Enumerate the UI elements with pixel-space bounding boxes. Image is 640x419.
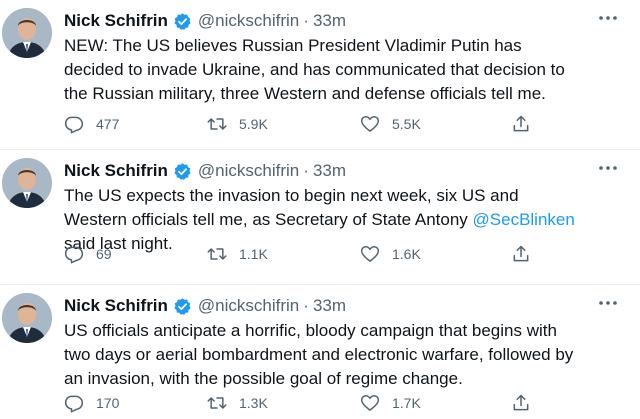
like-icon <box>360 395 380 411</box>
like-icon <box>360 116 380 132</box>
tweet-text: NEW: The US believes Russian President V… <box>64 36 565 103</box>
share-icon <box>513 245 529 262</box>
tweet-header: Nick Schifrin @nickschifrin · 33m <box>64 159 600 183</box>
retweet-count: 5.9K <box>239 116 268 132</box>
author-name[interactable]: Nick Schifrin <box>64 161 168 181</box>
like-count: 5.5K <box>392 116 421 132</box>
separator-dot: · <box>303 161 309 180</box>
tweet-actions: 69 1.1K 1.6K <box>64 243 534 265</box>
timestamp[interactable]: 33m <box>313 11 346 31</box>
reply-count: 477 <box>96 116 120 132</box>
verified-badge-icon <box>174 12 191 30</box>
retweet-count: 1.3K <box>239 395 268 411</box>
reply-count: 69 <box>96 246 112 262</box>
author-name[interactable]: Nick Schifrin <box>64 11 168 31</box>
avatar[interactable] <box>2 293 52 343</box>
separator-dot: · <box>303 11 309 30</box>
tweet-actions: 477 5.9K 5.5K <box>64 113 534 135</box>
tweet-actions: 170 1.3K 1.7K <box>64 392 534 414</box>
share-button[interactable] <box>511 113 531 135</box>
retweet-button[interactable]: 1.3K <box>207 392 268 414</box>
reply-icon <box>64 116 84 134</box>
tweet-header: Nick Schifrin @nickschifrin · 33m <box>64 9 600 33</box>
verified-badge-icon <box>174 297 191 315</box>
share-icon <box>513 115 529 132</box>
share-button[interactable] <box>511 243 531 265</box>
tweet-header: Nick Schifrin @nickschifrin · 33m <box>64 294 600 318</box>
retweet-icon <box>207 397 227 409</box>
like-button[interactable]: 5.5K <box>360 113 421 135</box>
more-options-icon[interactable] <box>598 297 618 309</box>
tweet-2[interactable]: Nick Schifrin @nickschifrin · 33m The US… <box>0 150 640 285</box>
retweet-button[interactable]: 5.9K <box>207 113 268 135</box>
timestamp[interactable]: 33m <box>313 161 346 181</box>
author-handle[interactable]: @nickschifrin <box>198 161 299 181</box>
share-icon <box>513 394 529 411</box>
verified-badge-icon <box>174 162 191 180</box>
author-handle[interactable]: @nickschifrin <box>198 11 299 31</box>
share-button[interactable] <box>511 392 531 414</box>
like-count: 1.7K <box>392 395 421 411</box>
tweet-1[interactable]: Nick Schifrin @nickschifrin · 33m NEW: T… <box>0 0 640 150</box>
avatar[interactable] <box>2 8 52 58</box>
like-icon <box>360 246 380 262</box>
like-button[interactable]: 1.7K <box>360 392 421 414</box>
reply-button[interactable]: 477 <box>64 113 119 135</box>
like-button[interactable]: 1.6K <box>360 243 421 265</box>
retweet-count: 1.1K <box>239 246 268 262</box>
reply-icon <box>64 395 84 413</box>
timestamp[interactable]: 33m <box>313 296 346 316</box>
retweet-button[interactable]: 1.1K <box>207 243 268 265</box>
more-options-icon[interactable] <box>598 12 618 24</box>
reply-button[interactable]: 69 <box>64 243 112 265</box>
reply-icon <box>64 246 84 264</box>
avatar[interactable] <box>2 158 52 208</box>
tweet-text-start: The US expects the invasion to begin nex… <box>64 186 519 229</box>
retweet-icon <box>207 248 227 260</box>
author-name[interactable]: Nick Schifrin <box>64 296 168 316</box>
reply-count: 170 <box>96 395 120 411</box>
mention-link[interactable]: @SecBlinken <box>473 210 575 229</box>
separator-dot: · <box>303 296 309 315</box>
retweet-icon <box>207 118 227 130</box>
author-handle[interactable]: @nickschifrin <box>198 296 299 316</box>
tweet-text: US officials anticipate a horrific, bloo… <box>64 321 574 388</box>
tweet-3[interactable]: Nick Schifrin @nickschifrin · 33m US off… <box>0 285 640 419</box>
reply-button[interactable]: 170 <box>64 392 119 414</box>
like-count: 1.6K <box>392 246 421 262</box>
more-options-icon[interactable] <box>598 162 618 174</box>
